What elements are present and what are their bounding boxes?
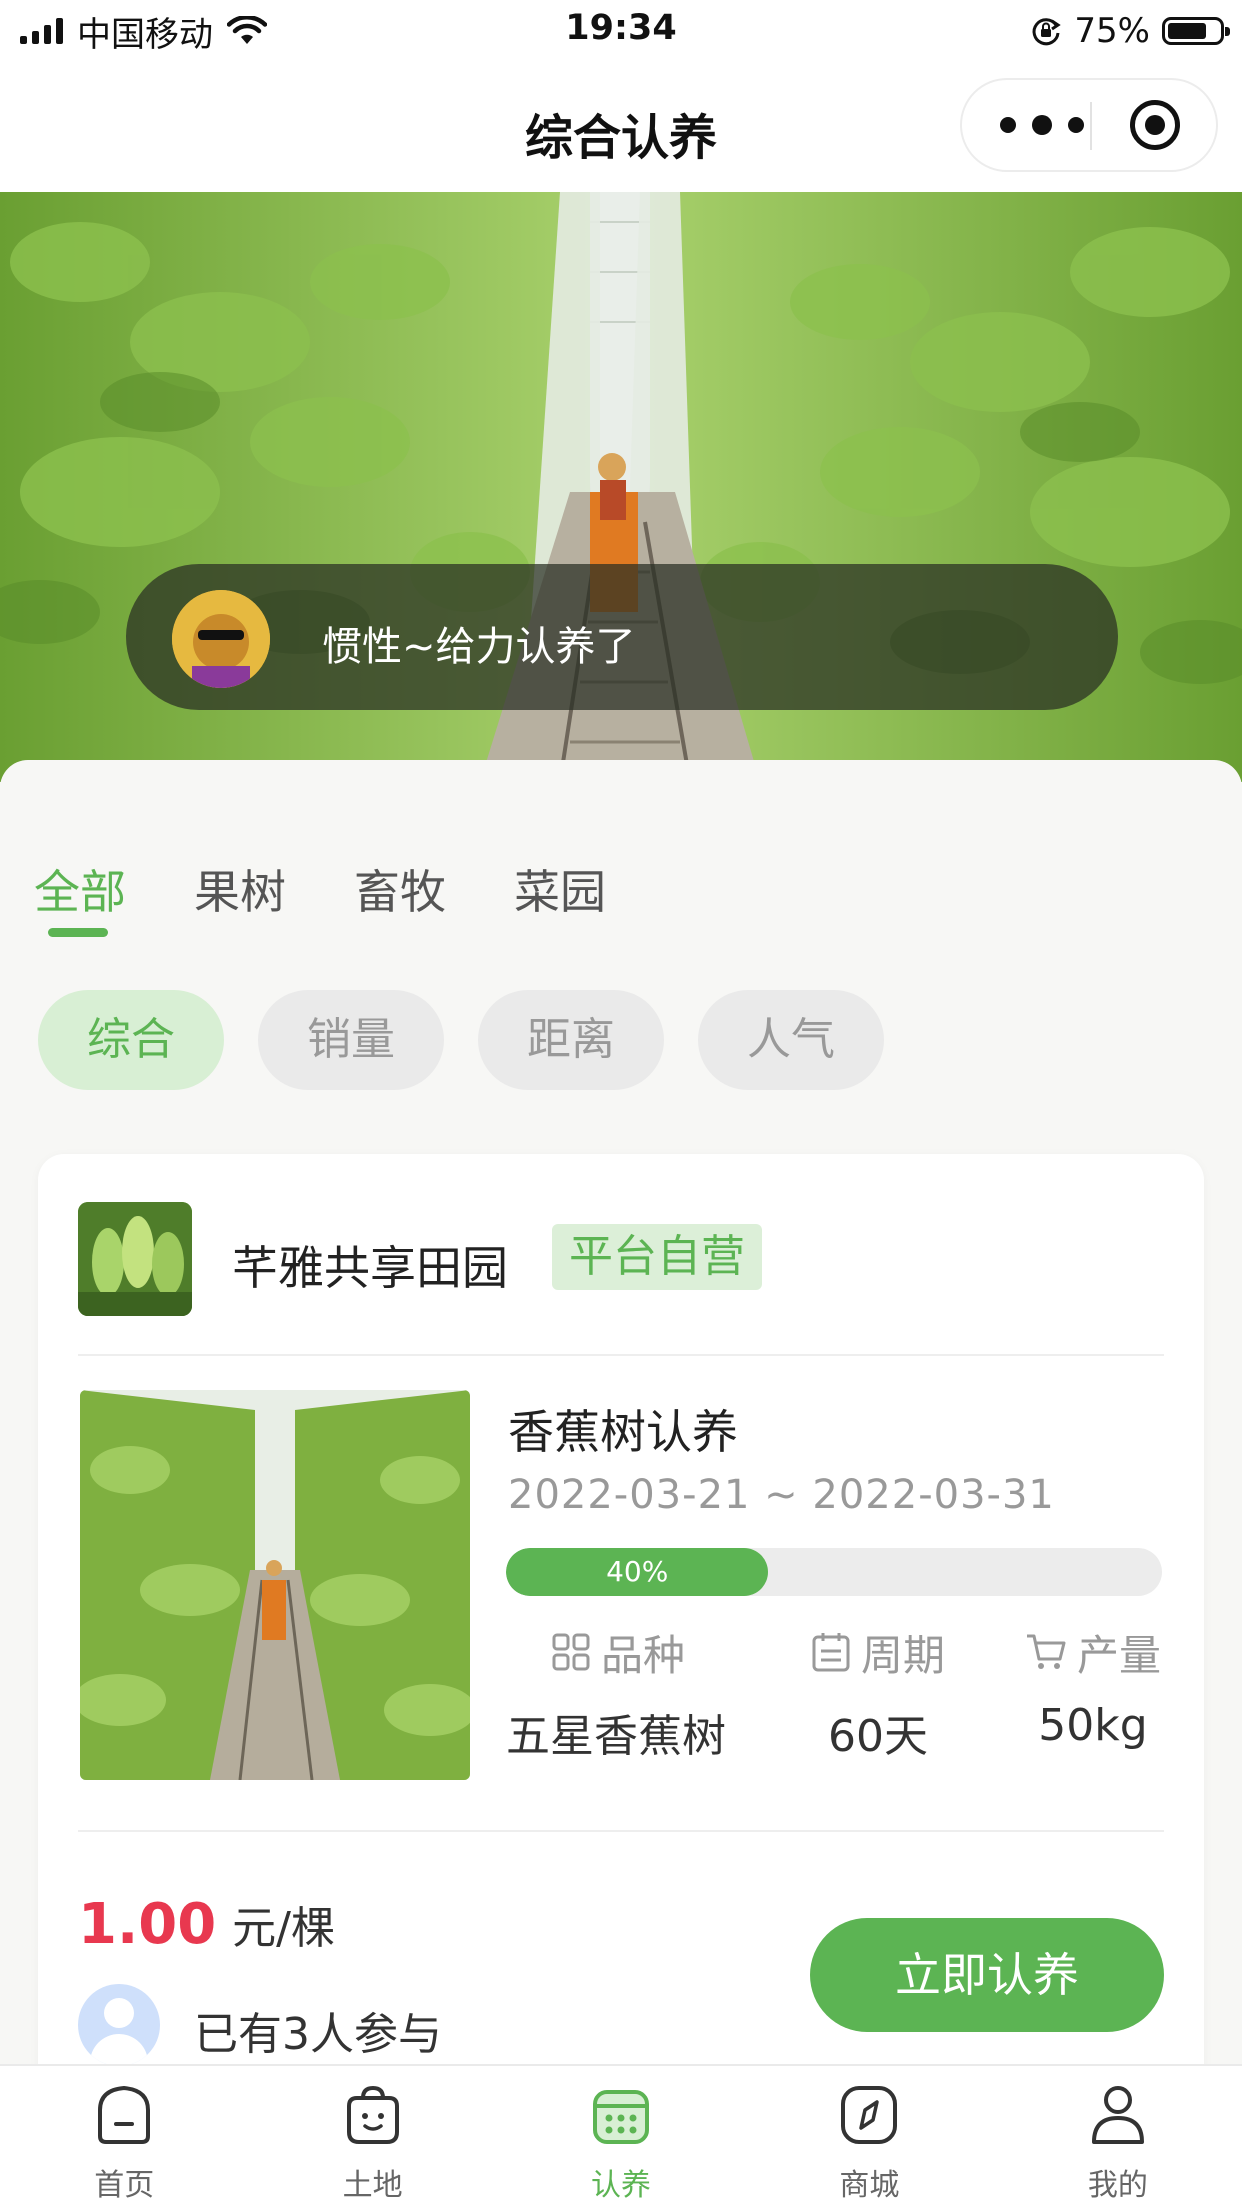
user-avatar <box>172 590 270 688</box>
spec-period: 周期 60天 <box>788 1624 968 1764</box>
progress-label: 40% <box>606 1555 669 1588</box>
spec-variety-label: 品种 <box>600 1630 685 1680</box>
nav-bar: 综合认养 <box>0 62 1242 192</box>
shop-name[interactable]: 芊雅共享田园 <box>232 1232 508 1298</box>
tabbar-item-home[interactable]: 首页 <box>0 2066 248 2208</box>
spec-yield: 产量 50kg <box>1018 1624 1168 1751</box>
card-divider <box>78 1354 1164 1356</box>
notice-text: 惯性~给力认养了 <box>322 624 636 670</box>
calendar-grid-icon <box>593 2090 650 2144</box>
bag-icon <box>346 2085 399 2144</box>
home-icon <box>98 2085 151 2144</box>
mini-program-capsule <box>960 78 1218 172</box>
battery-percent: 75% <box>1074 11 1150 51</box>
close-target-icon[interactable] <box>1130 100 1180 150</box>
self-operated-badge: 平台自营 <box>552 1224 762 1290</box>
spec-yield-label: 产量 <box>1076 1630 1161 1680</box>
participant-avatar <box>78 1984 160 2066</box>
tabbar-item-mine[interactable]: 我的 <box>994 2066 1242 2208</box>
spec-period-label: 周期 <box>860 1630 945 1680</box>
rotation-lock-icon <box>1032 18 1062 46</box>
price-amount: 1.00 <box>78 1892 217 1957</box>
notice-toast: 惯性~给力认养了 <box>126 564 1118 710</box>
sort-chip-overall[interactable]: 综合 <box>38 990 224 1090</box>
tab-vegetable-garden[interactable]: 菜园 <box>514 856 606 922</box>
product-image[interactable] <box>80 1390 470 1780</box>
tab-fruit-trees[interactable]: 果树 <box>194 856 286 922</box>
content-panel: 全部 果树 畜牧 菜园 综合 销量 距离 人气 芊雅共享田园 平台自营 香蕉树认… <box>0 760 1242 2104</box>
sort-chip-distance[interactable]: 距离 <box>478 990 664 1090</box>
sort-chips: 综合 销量 距离 人气 <box>38 990 884 1090</box>
capsule-divider <box>1090 102 1092 150</box>
tabbar-label: 首页 <box>94 2168 155 2203</box>
adoption-date-range: 2022-03-21 ~ 2022-03-31 <box>508 1472 1055 1518</box>
grid-icon <box>552 1633 590 1671</box>
adoption-progress-bar: 40% <box>506 1548 1162 1596</box>
adopt-now-button[interactable]: 立即认养 <box>810 1918 1164 2032</box>
more-icon[interactable] <box>1000 110 1084 140</box>
tabbar-label: 商城 <box>839 2168 900 2203</box>
battery-icon <box>1162 17 1230 45</box>
product-title[interactable]: 香蕉树认养 <box>508 1396 738 1462</box>
person-icon <box>1091 2086 1144 2144</box>
price-unit: 元/棵 <box>232 1903 335 1954</box>
spec-variety-value: 五星香蕉树 <box>506 1711 726 1762</box>
tabbar-item-land[interactable]: 土地 <box>248 2066 496 2208</box>
price: 1.00 元/棵 <box>78 1892 335 1957</box>
participants-count: 已有3人参与 <box>194 2009 442 2060</box>
sort-chip-popularity[interactable]: 人气 <box>698 990 884 1090</box>
tab-all[interactable]: 全部 <box>34 856 126 937</box>
hero-banner[interactable]: 惯性~给力认养了 <box>0 192 1242 782</box>
status-bar: 中国移动 19:34 75% <box>0 0 1242 62</box>
spec-period-value: 60天 <box>828 1711 928 1762</box>
sort-chip-sales[interactable]: 销量 <box>258 990 444 1090</box>
tabbar-item-mall[interactable]: 商城 <box>745 2066 993 2208</box>
tabbar-item-adopt[interactable]: 认养 <box>497 2066 745 2208</box>
spec-variety: 品种 五星香蕉树 <box>506 1624 728 1764</box>
shop-logo <box>78 1202 192 1316</box>
tabbar-label: 认养 <box>591 2168 652 2203</box>
cart-icon <box>1026 1634 1066 1669</box>
compass-icon <box>841 2086 898 2144</box>
calendar-icon <box>812 1633 850 1672</box>
card-divider <box>78 1830 1164 1832</box>
tabbar-label: 土地 <box>342 2168 403 2203</box>
bottom-tab-bar: 首页 土地 认养 商城 我的 <box>0 2064 1242 2208</box>
tab-livestock[interactable]: 畜牧 <box>354 856 446 922</box>
status-right: 75% <box>1030 10 1230 52</box>
adoption-card[interactable]: 芊雅共享田园 平台自营 香蕉树认养 2022-03-21 ~ 2022-03-3… <box>38 1154 1204 2104</box>
tabbar-label: 我的 <box>1087 2168 1148 2203</box>
category-tabs: 全部 果树 畜牧 菜园 <box>34 856 674 937</box>
spec-yield-value: 50kg <box>1038 1700 1148 1751</box>
